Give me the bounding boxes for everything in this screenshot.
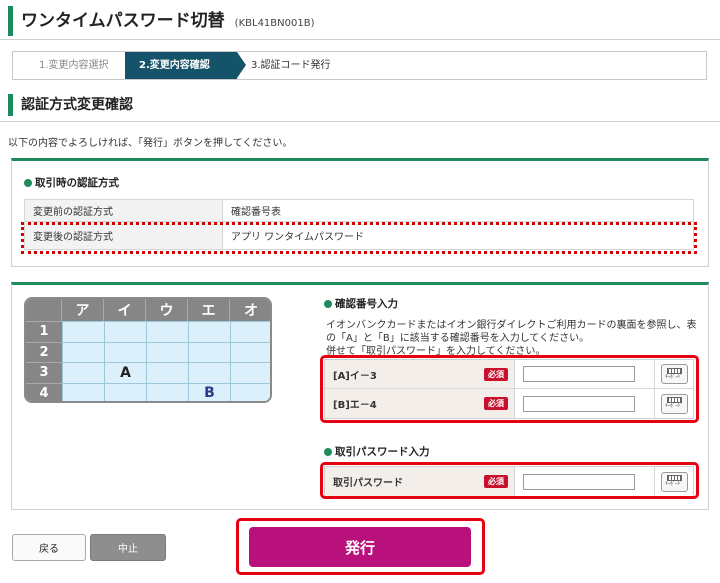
grid-cell — [62, 382, 104, 401]
grid-cell — [62, 362, 104, 383]
auth-method-table: 変更前の認証方式 確認番号表 変更後の認証方式 アプリ ワンタイムパスワード — [24, 199, 694, 250]
step-1: 1.変更内容選択 — [39, 60, 109, 71]
confirm-number-entry: [A]イ－3 必須 ｷｰﾎﾞｰﾄﾞ [B]エ－4 必須 ｷｰﾎﾞｰﾄﾞ — [324, 359, 694, 419]
grid-row-header: 2 — [26, 341, 62, 362]
software-keyboard-button[interactable]: ｷｰﾎﾞｰﾄﾞ — [660, 471, 688, 492]
confirm-input-description: イオンバンクカードまたはイオン銀行ダイレクトご利用カードの裏面を参照し、表 の「… — [326, 319, 698, 358]
grid-row-header: 3 — [26, 362, 62, 383]
password-input-title: 取引パスワード入力 — [335, 446, 430, 458]
bullet-dot-icon — [24, 178, 32, 187]
before-method-value: 確認番号表 — [222, 199, 694, 222]
software-keyboard-button[interactable]: ｷｰﾎﾞｰﾄﾞ — [660, 364, 688, 384]
software-keyboard-button[interactable]: ｷｰﾎﾞｰﾄﾞ — [660, 393, 688, 414]
description-line: 併せて「取引パスワード」を入力してください。 — [326, 346, 546, 357]
grid-cell — [188, 362, 230, 383]
description-line: イオンバンクカードまたはイオン銀行ダイレクトご利用カードの裏面を参照し、表 — [326, 320, 697, 331]
intro-text: 以下の内容でよろしければ、「発行」ボタンを押してください。 — [8, 138, 293, 149]
section-divider — [0, 121, 720, 122]
field-a-label: [A]イ－3 — [333, 370, 377, 382]
screen-code: (KBL41BN001B) — [234, 18, 315, 29]
bullet-dot-icon — [324, 447, 332, 456]
page-title-text: ワンタイムパスワード切替 — [21, 11, 225, 31]
grid-cell — [146, 382, 188, 401]
confirm-number-a-input[interactable] — [523, 366, 635, 382]
grid-cell — [230, 321, 270, 342]
grid-col-header: エ — [188, 299, 230, 321]
after-method-value: アプリ ワンタイムパスワード — [222, 221, 694, 250]
grid-cell — [104, 321, 146, 342]
section-title: 認証方式変更確認 — [8, 94, 133, 116]
table-row: 変更後の認証方式 アプリ ワンタイムパスワード — [24, 221, 694, 250]
grid-cell — [146, 362, 188, 383]
step-2-active: 2.変更内容確認 — [125, 52, 246, 79]
field-b-label: [B]エ－4 — [333, 400, 377, 411]
grid-cell — [188, 321, 230, 342]
keyboard-label: ｷｰﾎﾞｰﾄﾞ — [665, 481, 683, 487]
confirmation-number-grid: ア イ ウ エ オ 1 2 3 A 4 B — [26, 299, 270, 401]
back-button[interactable]: 戻る — [12, 534, 86, 561]
grid-col-header: ウ — [146, 299, 188, 321]
after-method-label: 変更後の認証方式 — [24, 221, 223, 250]
password-entry: 取引パスワード 必須 ｷｰﾎﾞｰﾄﾞ — [324, 466, 694, 497]
keyboard-label: ｷｰﾎﾞｰﾄﾞ — [665, 373, 683, 380]
confirm-input-heading: 確認番号入力 — [324, 296, 398, 311]
field-row-b: [B]エ－4 必須 ｷｰﾎﾞｰﾄﾞ — [325, 389, 693, 418]
grid-corner — [26, 299, 62, 321]
auth-method-panel: 取引時の認証方式 変更前の認証方式 確認番号表 変更後の認証方式 アプリ ワンタ… — [11, 158, 709, 267]
grid-cell — [230, 362, 270, 383]
required-badge: 必須 — [484, 367, 508, 381]
required-badge: 必須 — [484, 397, 508, 410]
before-method-label: 変更前の認証方式 — [24, 199, 223, 222]
grid-row-header: 1 — [26, 321, 62, 342]
bullet-dot-icon — [324, 299, 332, 308]
grid-cell-marker-b: B — [188, 382, 230, 401]
auth-method-heading: 取引時の認証方式 — [24, 175, 119, 190]
confirm-input-title: 確認番号入力 — [335, 298, 398, 310]
grid-cell — [62, 321, 104, 342]
grid-cell — [188, 341, 230, 362]
transaction-password-input[interactable] — [523, 473, 635, 490]
confirm-number-b-input[interactable] — [523, 395, 635, 412]
title-divider — [0, 39, 720, 40]
confirmation-number-card: ア イ ウ エ オ 1 2 3 A 4 B — [24, 297, 272, 403]
grid-row-header: 4 — [26, 382, 62, 401]
required-badge: 必須 — [484, 475, 508, 488]
grid-cell — [104, 341, 146, 362]
step-3: 3.認証コード発行 — [251, 60, 331, 71]
field-row-a: [A]イ－3 必須 ｷｰﾎﾞｰﾄﾞ — [325, 360, 693, 389]
cancel-button[interactable]: 中止 — [90, 534, 166, 561]
description-line: の「A」と「B」に該当する確認番号を入力してください。 — [326, 333, 590, 344]
grid-cell — [230, 382, 270, 401]
grid-cell — [146, 321, 188, 342]
page-title: ワンタイムパスワード切替 (KBL41BN001B) — [8, 6, 314, 36]
password-input-heading: 取引パスワード入力 — [324, 444, 430, 459]
keyboard-label: ｷｰﾎﾞｰﾄﾞ — [665, 403, 683, 409]
grid-cell-marker-a: A — [104, 362, 146, 383]
grid-cell — [62, 341, 104, 362]
grid-col-header: オ — [230, 299, 270, 321]
grid-cell — [104, 382, 146, 401]
step-indicator: 1.変更内容選択 2.変更内容確認 3.認証コード発行 — [12, 51, 707, 80]
field-row-password: 取引パスワード 必須 ｷｰﾎﾞｰﾄﾞ — [325, 467, 693, 496]
grid-col-header: ア — [62, 299, 104, 321]
table-row: 変更前の認証方式 確認番号表 — [24, 199, 694, 222]
grid-col-header: イ — [104, 299, 146, 321]
issue-button[interactable]: 発行 — [249, 527, 471, 567]
auth-method-title: 取引時の認証方式 — [35, 177, 119, 189]
grid-cell — [230, 341, 270, 362]
grid-cell — [146, 341, 188, 362]
password-label: 取引パスワード — [333, 478, 403, 489]
